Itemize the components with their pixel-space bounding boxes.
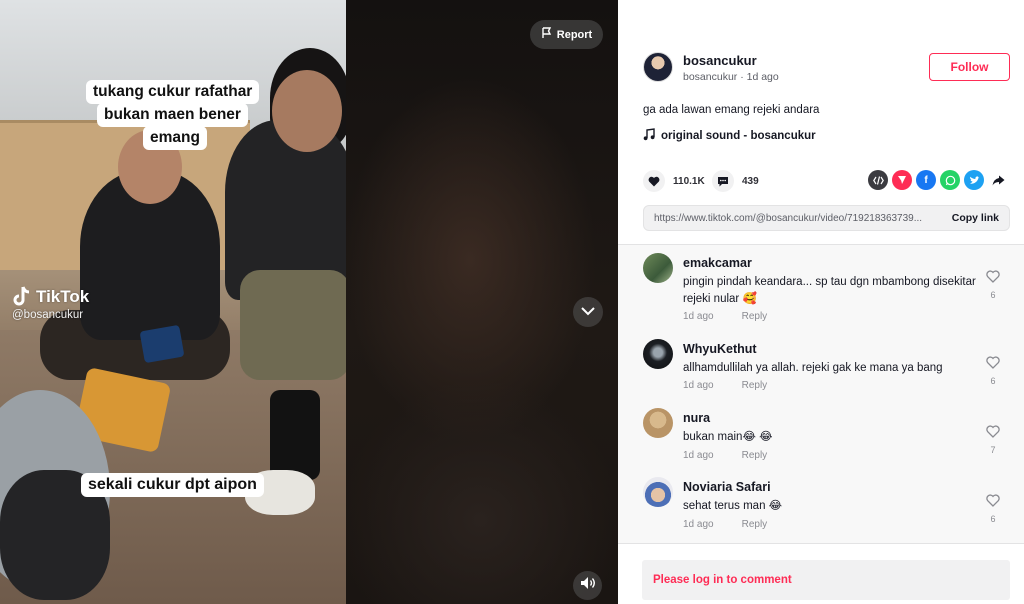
- flag-icon: [541, 27, 552, 42]
- like-stat[interactable]: 110.1K: [643, 170, 705, 192]
- comment-like-count: 6: [990, 376, 996, 386]
- comment-count: 439: [742, 175, 759, 187]
- comment-like-count: 7: [990, 445, 996, 455]
- commenter-avatar[interactable]: [643, 477, 673, 507]
- music-title: original sound - bosancukur: [661, 130, 816, 142]
- copy-link-button[interactable]: Copy link: [952, 212, 999, 224]
- share-arrow-icon[interactable]: [988, 170, 1008, 190]
- comment-like[interactable]: 6: [985, 270, 1001, 300]
- follow-button[interactable]: Follow: [929, 53, 1010, 81]
- commenter-name[interactable]: WhyuKethut: [683, 342, 757, 356]
- reply-button[interactable]: Reply: [742, 450, 768, 461]
- comment-bubble-icon[interactable]: [712, 170, 734, 192]
- twitter-icon[interactable]: [964, 170, 984, 190]
- comment-like[interactable]: 7: [985, 425, 1001, 455]
- next-video-button[interactable]: [573, 297, 603, 327]
- chevron-down-icon: [580, 303, 596, 321]
- reply-button[interactable]: Reply: [742, 380, 768, 391]
- comment-item: Noviaria Safari sehat terus man 😂 1d ago…: [643, 477, 1013, 537]
- video-caption-line: tukang cukur rafathar: [86, 80, 260, 104]
- heart-outline-icon[interactable]: [986, 270, 1000, 287]
- send-to-friends-icon[interactable]: [892, 170, 912, 190]
- video-caption-line: emang: [143, 126, 207, 150]
- scene-person-right-head: [272, 70, 342, 152]
- comment-list[interactable]: emakcamar pingin pindah keandara... sp t…: [618, 245, 1024, 543]
- comment-meta: 1d ago Reply: [683, 519, 767, 530]
- embed-icon[interactable]: [868, 170, 888, 190]
- comment-item: WhyuKethut allhamdullilah ya allah. reje…: [643, 339, 1013, 399]
- tiktok-watermark: TikTok @bosancukur: [12, 286, 89, 321]
- commenter-avatar[interactable]: [643, 339, 673, 369]
- reply-button[interactable]: Reply: [742, 311, 768, 322]
- music-note-icon: [643, 128, 655, 144]
- whatsapp-icon[interactable]: [940, 170, 960, 190]
- video-frame[interactable]: tukang cukur rafathar bukan maen bener e…: [0, 0, 346, 604]
- copy-link-box: https://www.tiktok.com/@bosancukur/video…: [643, 205, 1010, 231]
- commenter-name[interactable]: emakcamar: [683, 256, 752, 270]
- like-count: 110.1K: [673, 175, 705, 187]
- post-description: ga ada lawan emang rejeki andara: [643, 104, 820, 116]
- comment-time: 1d ago: [683, 519, 714, 530]
- video-player[interactable]: tukang cukur rafathar bukan maen bener e…: [0, 0, 618, 604]
- comment-meta: 1d ago Reply: [683, 450, 767, 461]
- tiktok-video-page: tukang cukur rafathar bukan maen bener e…: [0, 0, 1024, 604]
- report-button[interactable]: Report: [530, 20, 603, 49]
- scene-sock: [270, 390, 320, 480]
- tiktok-logo-icon: [12, 286, 32, 308]
- comment-time: 1d ago: [683, 380, 714, 391]
- comment-time: 1d ago: [683, 450, 714, 461]
- comment-like-count: 6: [990, 514, 996, 524]
- watermark-brand: TikTok: [36, 287, 90, 306]
- commenter-avatar[interactable]: [643, 253, 673, 283]
- comment-text: sehat terus man 😂: [683, 500, 783, 512]
- commenter-avatar[interactable]: [643, 408, 673, 438]
- comment-meta: 1d ago Reply: [683, 380, 767, 391]
- comment-text: pingin pindah keandara... sp tau dgn mba…: [683, 276, 976, 305]
- video-caption-line: bukan maen bener: [97, 103, 248, 127]
- comment-item: emakcamar pingin pindah keandara... sp t…: [643, 253, 1013, 325]
- heart-outline-icon[interactable]: [986, 425, 1000, 442]
- reply-button[interactable]: Reply: [742, 519, 768, 530]
- volume-button[interactable]: [573, 571, 602, 600]
- comment-like-count: 6: [990, 290, 996, 300]
- commenter-name[interactable]: nura: [683, 411, 710, 425]
- watermark-handle: @bosancukur: [12, 309, 84, 321]
- comment-like[interactable]: 6: [985, 494, 1001, 524]
- scene-phone: [139, 324, 185, 364]
- speaker-icon: [580, 576, 596, 595]
- heart-outline-icon[interactable]: [986, 356, 1000, 373]
- video-url[interactable]: https://www.tiktok.com/@bosancukur/video…: [654, 213, 944, 224]
- facebook-icon[interactable]: f: [916, 170, 936, 190]
- author-username[interactable]: bosancukur: [683, 53, 757, 68]
- comment-text: allhamdullilah ya allah. rejeki gak ke m…: [683, 362, 943, 374]
- comment-meta: 1d ago Reply: [683, 311, 767, 322]
- comment-input-divider: [618, 543, 1024, 544]
- commenter-name[interactable]: Noviaria Safari: [683, 480, 771, 494]
- video-caption-bottom: sekali cukur dpt aipon: [81, 473, 264, 497]
- login-to-comment-button[interactable]: Please log in to comment: [642, 560, 1010, 600]
- comment-time: 1d ago: [683, 311, 714, 322]
- comment-like[interactable]: 6: [985, 356, 1001, 386]
- share-buttons: f: [868, 170, 1008, 190]
- comment-stat[interactable]: 439: [712, 170, 759, 192]
- comment-item: nura bukan main😂 😂 1d ago Reply 7: [643, 408, 1013, 468]
- comment-text: bukan main😂 😂: [683, 431, 773, 443]
- heart-icon[interactable]: [643, 170, 665, 192]
- heart-outline-icon[interactable]: [986, 494, 1000, 511]
- author-subtitle: bosancukur · 1d ago: [683, 71, 779, 83]
- scene-person-right-legs: [240, 270, 346, 380]
- music-link[interactable]: original sound - bosancukur: [643, 128, 816, 144]
- report-label: Report: [556, 28, 593, 41]
- author-avatar[interactable]: [643, 52, 673, 82]
